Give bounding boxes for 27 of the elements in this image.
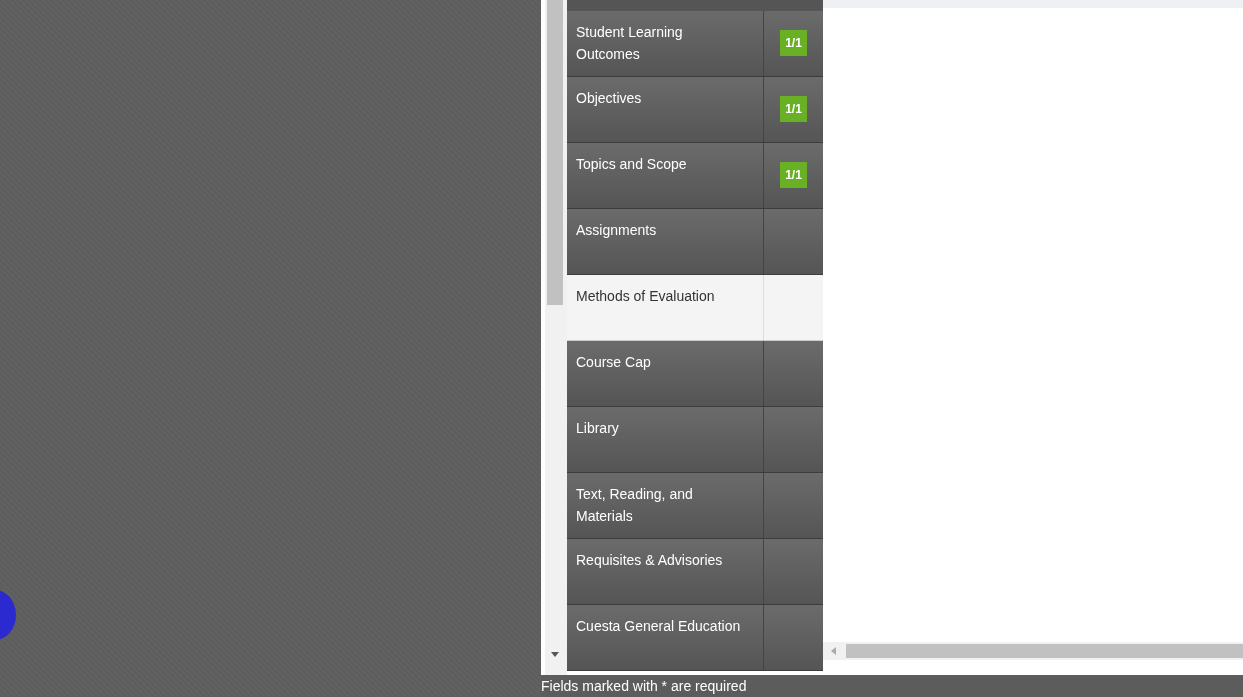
- nav-item[interactable]: Topics and Scope 1/1: [567, 143, 823, 209]
- nav-item-label: Assignments: [575, 221, 658, 240]
- nav-item[interactable]: Objectives 1/1: [567, 77, 823, 143]
- completion-badge: 1/1: [780, 96, 807, 122]
- nav-item-label: Requisites & Advisories: [575, 551, 724, 570]
- nav-item[interactable]: Requisites & Advisories: [567, 539, 823, 605]
- nav-item-label: Objectives: [575, 89, 643, 108]
- completion-badge: 1/1: [780, 162, 807, 188]
- nav-item[interactable]: Methods of Evaluation: [567, 275, 823, 341]
- nav-item-label: Course Cap: [575, 353, 652, 372]
- nav-item-label: Topics and Scope: [575, 155, 688, 174]
- nav-item[interactable]: Cuesta General Education: [567, 605, 823, 671]
- nav-item-label: Student Learning Outcomes: [575, 23, 684, 64]
- nav-item-label: Text, Reading, and Materials: [575, 485, 694, 526]
- nav-item[interactable]: Text, Reading, and Materials: [567, 473, 823, 539]
- nav-item-label: Methods of Evaluation: [575, 287, 716, 306]
- horizontal-scrollbar[interactable]: [823, 642, 1243, 660]
- nav-item[interactable]: Student Learning Outcomes 1/1: [567, 11, 823, 77]
- nav-item[interactable]: Library: [567, 407, 823, 473]
- nav-item[interactable]: Assignments: [567, 209, 823, 275]
- scroll-left-icon[interactable]: [831, 647, 836, 655]
- nav-item[interactable]: Course Cap: [567, 341, 823, 407]
- completion-badge: 1/1: [780, 30, 807, 56]
- nav-item-label: Cuesta General Education: [575, 617, 742, 636]
- nav-item-label: Library: [575, 419, 620, 438]
- required-fields-note: Fields marked with * are required: [541, 678, 747, 694]
- scroll-down-icon[interactable]: [551, 652, 559, 657]
